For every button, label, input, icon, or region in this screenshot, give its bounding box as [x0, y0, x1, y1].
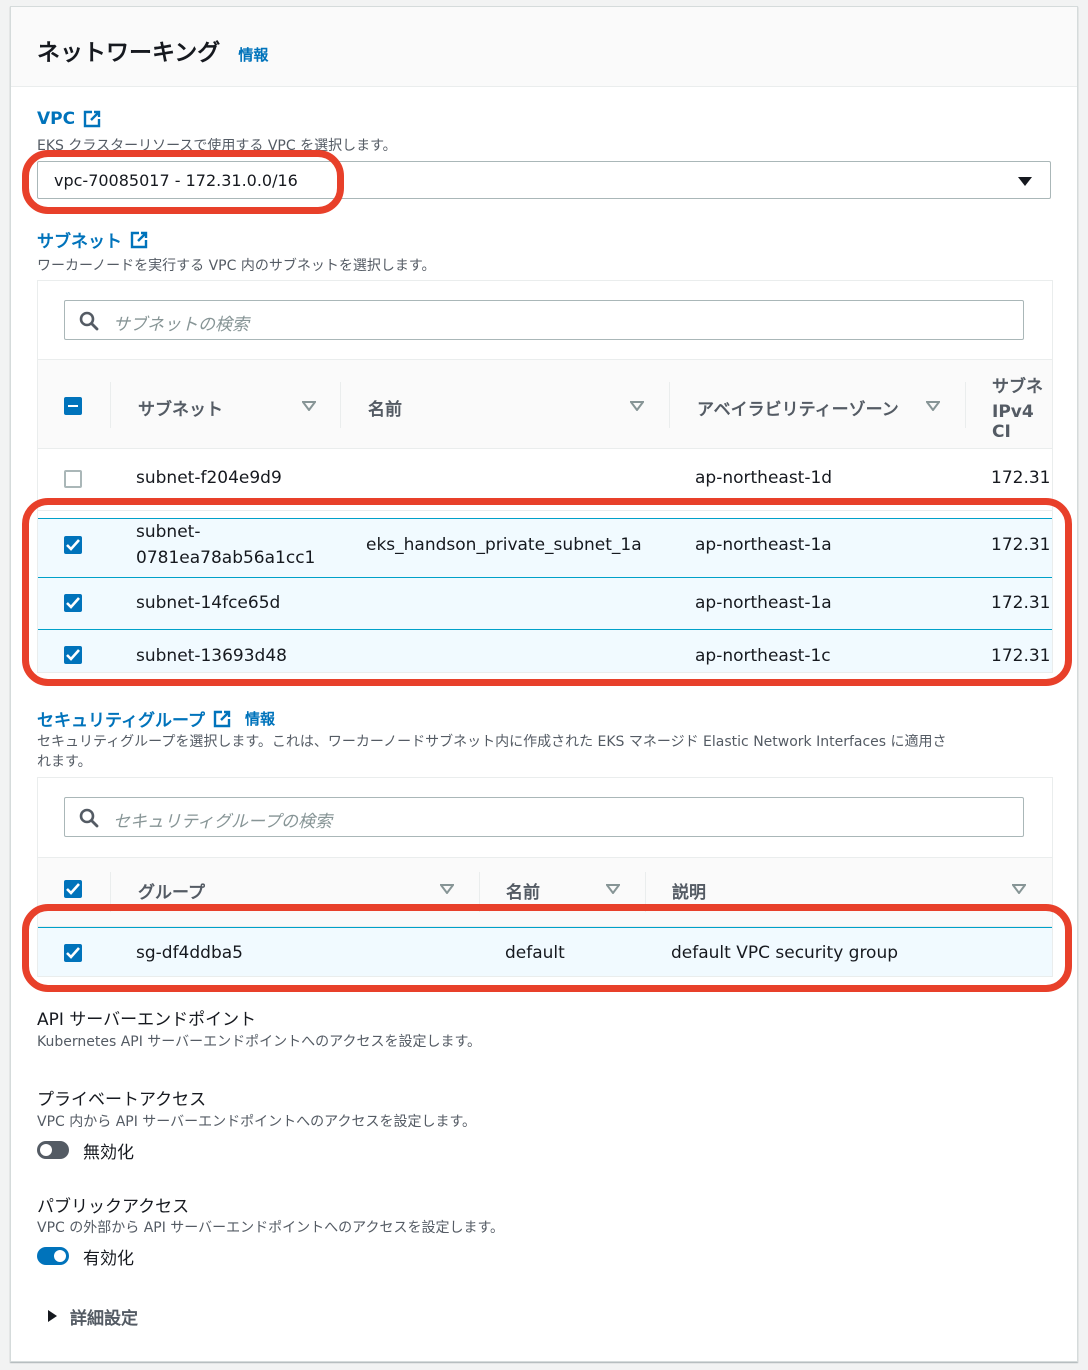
table-row[interactable]: subnet-14fce65d ap-northeast-1a 172.31 [38, 577, 1052, 630]
sort-icon[interactable] [1012, 884, 1026, 894]
panel-title: ネットワーキング 情報 [37, 33, 268, 67]
security-group-description-line1: セキュリティグループを選択します。これは、ワーカーノードサブネット内に作成された… [37, 734, 947, 750]
external-link-icon[interactable] [213, 710, 231, 728]
security-group-label[interactable]: セキュリティグループ 情報 [37, 706, 275, 731]
subnet-table-header: サブネット 名前 アベイラビリティーゾーン サブネ IPv4 CI [38, 359, 1052, 449]
private-access-toggle[interactable] [37, 1141, 69, 1159]
table-row[interactable]: subnet-f204e9d9 ap-northeast-1d 172.31 [38, 449, 1052, 511]
private-access-title: プライベートアクセス [37, 1090, 207, 1110]
subnet-search-input[interactable]: サブネットの検索 [64, 300, 1024, 340]
info-link[interactable]: 情報 [238, 46, 268, 64]
endpoint-title: API サーバーエンドポイント [37, 1010, 257, 1030]
sort-icon[interactable] [926, 401, 940, 411]
security-group-description: セキュリティグループを選択します。これは、ワーカーノードサブネット内に作成された… [37, 732, 1057, 772]
row-checkbox[interactable] [64, 646, 82, 664]
column-header-group[interactable]: グループ [138, 878, 205, 903]
caret-down-icon [1018, 177, 1032, 186]
subnet-az: ap-northeast-1d [695, 468, 833, 488]
public-access-title: パブリックアクセス [37, 1197, 190, 1217]
table-row[interactable]: sg-df4ddba5 default default VPC security… [38, 927, 1052, 976]
sort-icon[interactable] [302, 401, 316, 411]
vpc-description: EKS クラスターリソースで使用する VPC を選択します。 [37, 138, 397, 154]
row-checkbox[interactable] [64, 594, 82, 612]
row-checkbox[interactable] [64, 536, 82, 554]
security-group-table: セキュリティグループの検索 グループ 名前 説明 sg-df4ddba5 def… [37, 777, 1053, 977]
external-link-icon[interactable] [130, 231, 148, 249]
security-group-label-text[interactable]: セキュリティグループ [37, 706, 205, 731]
vpc-select-value: vpc-70085017 - 172.31.0.0/16 [54, 171, 298, 190]
security-group-description-line2: れます。 [37, 754, 92, 770]
table-row[interactable]: subnet- 0781ea78ab56a1cc1 eks_handson_pr… [38, 518, 1052, 578]
column-header-cidr-line2[interactable]: IPv4 CI [992, 402, 1052, 442]
column-header-description[interactable]: 説明 [672, 878, 706, 903]
sort-icon[interactable] [440, 884, 454, 894]
security-group-name: default [505, 943, 565, 963]
panel-header: ネットワーキング 情報 [11, 7, 1077, 87]
public-access-description: VPC の外部から API サーバーエンドポイントへのアクセスを設定します。 [37, 1220, 505, 1236]
public-access-toggle[interactable] [37, 1247, 69, 1265]
select-all-checkbox[interactable] [64, 397, 82, 415]
subnet-id: subnet-14fce65d [136, 593, 281, 613]
subnet-table: サブネットの検索 サブネット 名前 アベイラビリティーゾーン サブネ IPv4 … [37, 280, 1053, 673]
subnet-label-text[interactable]: サブネット [37, 227, 122, 252]
subnet-id-line1: subnet- [136, 522, 201, 542]
column-header-name[interactable]: 名前 [368, 395, 402, 420]
subnet-cidr: 172.31 [991, 593, 1051, 613]
column-header-subnet[interactable]: サブネット [138, 395, 223, 420]
security-group-table-header: グループ 名前 説明 [38, 857, 1052, 927]
column-header-az[interactable]: アベイラビリティーゾーン [697, 395, 899, 420]
subnet-search-placeholder: サブネットの検索 [113, 315, 249, 335]
subnet-az: ap-northeast-1c [695, 646, 831, 666]
subnet-label[interactable]: サブネット [37, 227, 148, 252]
security-group-desc: default VPC security group [671, 943, 899, 963]
subnet-cidr: 172.31 [991, 535, 1051, 555]
security-group-search-placeholder: セキュリティグループの検索 [113, 812, 332, 832]
sort-icon[interactable] [606, 884, 620, 894]
subnet-description: ワーカーノードを実行する VPC 内のサブネットを選択します。 [37, 258, 436, 274]
vpc-label-text[interactable]: VPC [37, 109, 75, 129]
subnet-id: subnet-13693d48 [136, 646, 287, 666]
networking-panel: ネットワーキング 情報 VPC EKS クラスターリソースで使用する VPC を… [10, 6, 1078, 1362]
subnet-id-line2: 0781ea78ab56a1cc1 [136, 548, 316, 568]
table-row[interactable]: subnet-13693d48 ap-northeast-1c 172.31 [38, 629, 1052, 672]
subnet-cidr: 172.31 [991, 468, 1051, 488]
caret-right-icon[interactable] [48, 1310, 57, 1322]
advanced-settings-toggle[interactable]: 詳細設定 [70, 1304, 138, 1329]
security-group-id: sg-df4ddba5 [136, 943, 243, 963]
security-group-search-input[interactable]: セキュリティグループの検索 [64, 797, 1024, 837]
info-link[interactable]: 情報 [245, 708, 275, 729]
row-checkbox[interactable] [64, 470, 82, 488]
sort-icon[interactable] [630, 401, 644, 411]
private-access-toggle-label[interactable]: 無効化 [83, 1138, 134, 1163]
subnet-id: subnet-f204e9d9 [136, 468, 282, 488]
subnet-cidr: 172.31 [991, 646, 1051, 666]
vpc-label[interactable]: VPC [37, 109, 101, 129]
row-checkbox[interactable] [64, 944, 82, 962]
column-header-name[interactable]: 名前 [506, 878, 540, 903]
public-access-toggle-label[interactable]: 有効化 [83, 1244, 134, 1269]
subnet-az: ap-northeast-1a [695, 535, 832, 555]
endpoint-description: Kubernetes API サーバーエンドポイントへのアクセスを設定します。 [37, 1034, 482, 1050]
vpc-select[interactable]: vpc-70085017 - 172.31.0.0/16 [37, 161, 1051, 199]
external-link-icon[interactable] [83, 110, 101, 128]
search-icon [79, 311, 99, 331]
subnet-name: eks_handson_private_subnet_1a [366, 535, 642, 555]
select-all-checkbox[interactable] [64, 880, 82, 898]
panel-title-text: ネットワーキング [37, 40, 221, 66]
private-access-description: VPC 内から API サーバーエンドポイントへのアクセスを設定します。 [37, 1114, 477, 1130]
search-icon [79, 808, 99, 828]
subnet-az: ap-northeast-1a [695, 593, 832, 613]
column-header-cidr-line1[interactable]: サブネ [992, 372, 1043, 397]
